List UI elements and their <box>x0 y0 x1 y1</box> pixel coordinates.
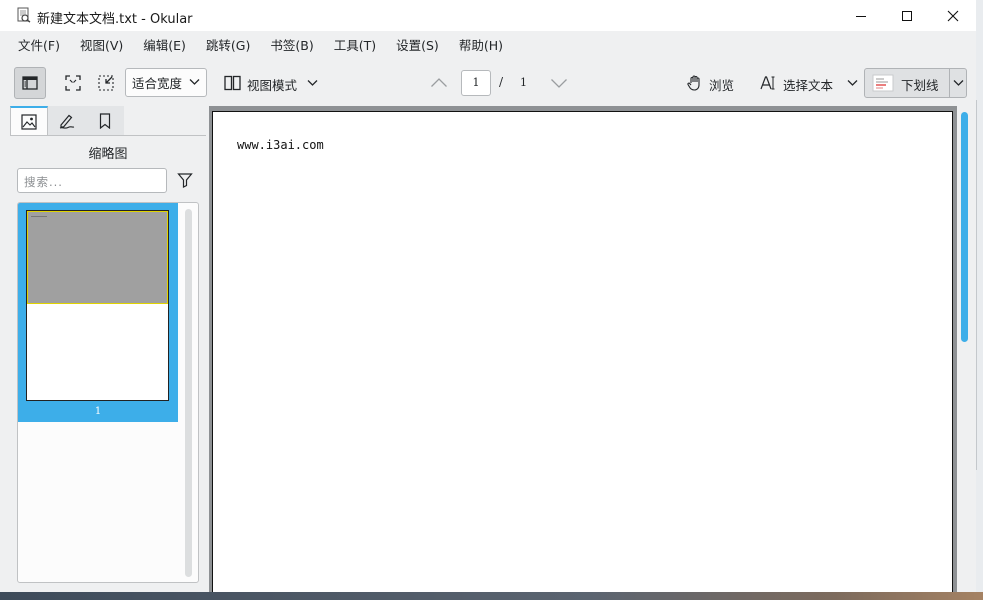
scrollbar-handle[interactable] <box>961 112 968 342</box>
view-mode-icon <box>223 75 241 91</box>
tab-bookmarks[interactable] <box>86 106 124 136</box>
chevron-down-icon[interactable] <box>953 79 964 87</box>
thumbnail-page <box>26 210 169 401</box>
view-mode-label[interactable]: 视图模式 <box>247 75 297 94</box>
annotation-tool-button[interactable]: 下划线 <box>864 68 967 98</box>
page-number-input[interactable]: 1 <box>461 70 491 96</box>
sidebar-icon <box>22 76 38 90</box>
thumbnail-text-line <box>31 216 47 217</box>
chevron-down-icon[interactable] <box>847 79 858 87</box>
minimize-button[interactable] <box>838 0 884 31</box>
main-toolbar: 适合宽度 视图模式 1 / 1 浏览 选择文本 下划线 <box>0 60 976 106</box>
document-scrollbar[interactable] <box>957 106 975 592</box>
menu-go[interactable]: 跳转(G) <box>196 33 260 59</box>
zoom-original-button[interactable] <box>93 70 119 96</box>
thumbnails-panel: 缩略图 搜索... 1 <box>10 135 206 587</box>
thumbnail-item[interactable]: 1 <box>18 203 178 422</box>
sidebar-tabs <box>10 106 125 136</box>
okular-app-icon <box>17 7 31 23</box>
search-placeholder: 搜索... <box>24 175 63 189</box>
hand-icon <box>687 75 700 91</box>
menu-help[interactable]: 帮助(H) <box>449 33 513 59</box>
text-cursor-icon <box>760 76 775 90</box>
close-button[interactable] <box>930 0 976 31</box>
visible-area-highlight <box>27 211 168 304</box>
menu-view[interactable]: 视图(V) <box>70 33 133 59</box>
okular-window: 新建文本文档.txt - Okular 文件(F) 视图(V) 编辑(E) 跳转… <box>0 0 977 593</box>
desktop-background <box>0 592 983 600</box>
menu-tools[interactable]: 工具(T) <box>324 33 386 59</box>
select-text-button[interactable] <box>757 72 779 94</box>
background-list <box>976 100 983 470</box>
underline-annotation-icon <box>872 74 894 92</box>
browse-tool-button[interactable] <box>684 72 706 94</box>
thumbnails-icon <box>21 114 37 130</box>
minimize-icon <box>856 15 866 17</box>
zoom-value: 适合宽度 <box>132 76 183 91</box>
close-icon <box>947 10 959 21</box>
zoom-select[interactable]: 适合宽度 <box>125 68 207 97</box>
filter-icon[interactable] <box>177 172 193 188</box>
chevron-down-icon <box>189 79 200 85</box>
window-title: 新建文本文档.txt - Okular <box>37 12 193 27</box>
annotation-label: 下划线 <box>901 78 939 93</box>
tab-thumbnails[interactable] <box>10 106 48 136</box>
thumbnail-list[interactable]: 1 <box>17 202 199 583</box>
fit-to-window-button[interactable] <box>60 70 86 96</box>
sidebar: 缩略图 搜索... 1 <box>10 106 206 587</box>
search-input[interactable]: 搜索... <box>17 168 167 193</box>
document-view[interactable]: www.i3ai.com <box>209 106 957 592</box>
menu-file[interactable]: 文件(F) <box>8 33 70 59</box>
maximize-button[interactable] <box>884 0 930 31</box>
menu-bookmarks[interactable]: 书签(B) <box>260 33 323 59</box>
background-window-edge <box>976 0 983 600</box>
chevron-down-icon[interactable] <box>550 78 568 89</box>
menu-bar: 文件(F) 视图(V) 编辑(E) 跳转(G) 书签(B) 工具(T) 设置(S… <box>0 31 976 60</box>
maximize-icon <box>902 10 912 21</box>
menu-settings[interactable]: 设置(S) <box>386 33 449 59</box>
menu-edit[interactable]: 编辑(E) <box>133 33 196 59</box>
thumbnail-page-number: 1 <box>94 406 102 417</box>
page-separator: / <box>499 75 504 89</box>
zoom-fit-icon <box>65 75 81 91</box>
document-text: www.i3ai.com <box>237 138 324 152</box>
document-page[interactable]: www.i3ai.com <box>212 111 953 592</box>
show-sidebar-button[interactable] <box>14 67 46 99</box>
browse-label[interactable]: 浏览 <box>709 75 734 94</box>
chevron-down-icon[interactable] <box>307 79 318 87</box>
panel-title: 缩略图 <box>88 147 128 162</box>
thumbnail-scrollbar[interactable] <box>185 209 192 577</box>
split-divider <box>949 69 950 97</box>
select-text-label[interactable]: 选择文本 <box>783 75 833 94</box>
bookmarks-icon <box>99 112 111 129</box>
view-mode-button[interactable] <box>221 72 243 94</box>
title-bar: 新建文本文档.txt - Okular <box>0 0 976 31</box>
zoom-shrink-icon <box>98 75 114 91</box>
chevron-up-icon[interactable] <box>430 77 448 88</box>
annotations-icon <box>59 114 75 129</box>
tab-annotations[interactable] <box>48 106 86 136</box>
page-total: 1 <box>520 76 527 89</box>
